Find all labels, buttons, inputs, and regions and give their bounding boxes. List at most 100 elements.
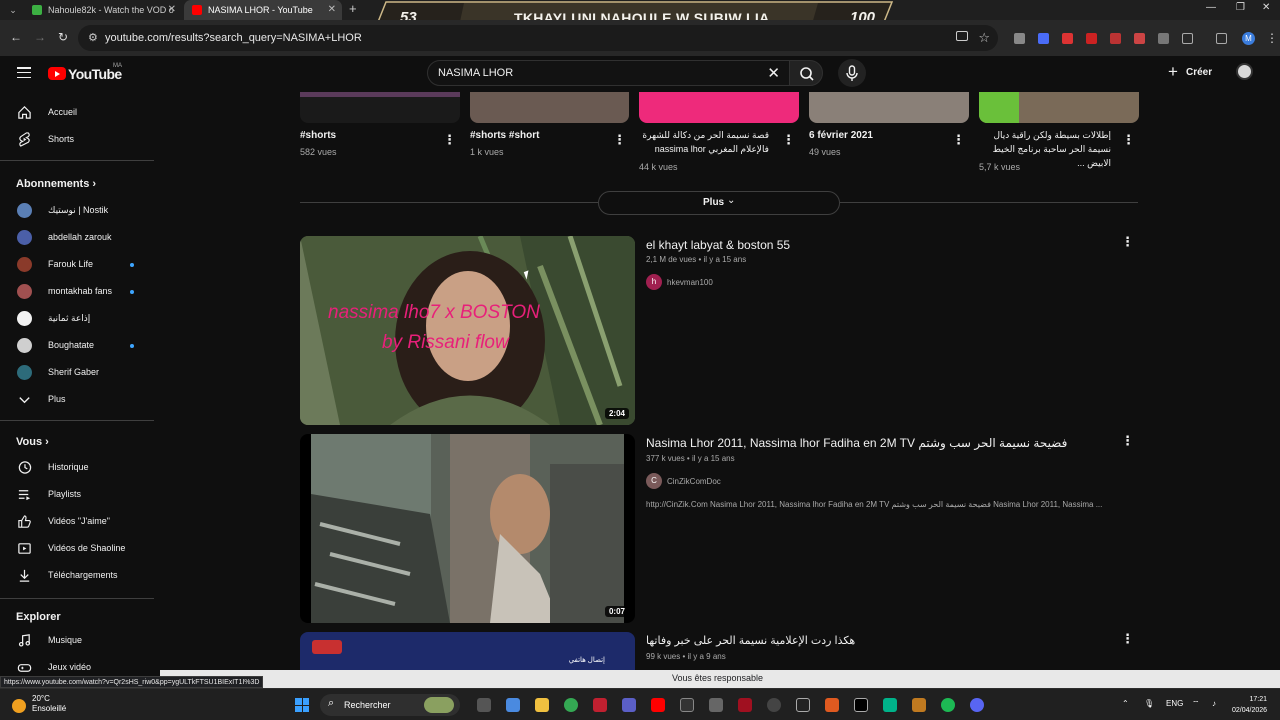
browser-profile-avatar[interactable]: M [1242, 32, 1255, 45]
subscription-item[interactable]: Sherif Gaber [0, 360, 154, 386]
close-window-icon[interactable]: ✕ [1262, 2, 1270, 13]
search-query-text[interactable]: NASIMA LHOR [438, 67, 513, 79]
show-more-shorts-button[interactable]: Plus ⌄ [598, 191, 840, 215]
short-thumbnail[interactable] [979, 92, 1139, 123]
sidebar-item-your-videos[interactable]: Vidéos de Shaoline [0, 536, 154, 562]
sun-icon[interactable] [12, 699, 26, 713]
create-button[interactable]: + Créer [1160, 60, 1222, 86]
restore-icon[interactable]: ❐ [1236, 2, 1245, 13]
subscription-item[interactable]: Farouk Life [0, 252, 154, 278]
short-thumbnail[interactable] [300, 92, 460, 123]
extension-icon[interactable] [1110, 33, 1121, 44]
windows-start-icon[interactable] [295, 698, 309, 712]
reload-icon[interactable]: ↻ [58, 30, 68, 44]
teams-icon[interactable] [622, 698, 636, 712]
more-options-icon[interactable] [443, 132, 456, 148]
app-icon[interactable] [767, 698, 781, 712]
more-options-icon[interactable] [1121, 433, 1134, 449]
channel-avatar[interactable]: C [646, 473, 662, 489]
app-icon[interactable] [796, 698, 810, 712]
short-thumbnail[interactable] [809, 92, 969, 123]
sidebar-item-music[interactable]: Musique [0, 628, 154, 654]
channel-avatar[interactable]: h [646, 274, 662, 290]
sidebar-item-shorts[interactable]: Shorts [0, 127, 154, 153]
you-heading[interactable]: Vous › [16, 436, 49, 448]
search-input[interactable]: NASIMA LHOR ✕ [427, 60, 790, 86]
app-icon[interactable] [709, 698, 723, 712]
short-thumbnail[interactable] [639, 92, 799, 123]
sidebar-item-liked-videos[interactable]: Vidéos "J'aime" [0, 509, 154, 535]
extension-icon[interactable] [1086, 33, 1097, 44]
short-title[interactable]: #shorts [300, 130, 336, 141]
sidebar-item-downloads[interactable]: Téléchargements [0, 563, 154, 589]
sidebar-item-home[interactable]: Accueil [0, 100, 154, 126]
subscription-item[interactable]: Boughatate [0, 333, 154, 359]
more-options-icon[interactable] [952, 132, 965, 148]
url-text[interactable]: youtube.com/results?search_query=NASIMA+… [105, 32, 362, 44]
subscriptions-heading[interactable]: Abonnements › [16, 178, 96, 190]
short-thumbnail[interactable] [470, 92, 629, 123]
back-icon[interactable]: ← [10, 30, 22, 44]
extension-icon[interactable] [1062, 33, 1073, 44]
video-thumbnail[interactable]: إتصال هاتفي [300, 632, 635, 670]
browser-tab-youtube[interactable]: NASIMA LHOR - YouTube ✕ [184, 0, 342, 20]
copilot-icon[interactable] [506, 698, 520, 712]
tab-search-icon[interactable]: ⌄ [4, 3, 22, 17]
video-thumbnail[interactable]: nassima lho7 x BOSTON by Rissani flow 2:… [300, 236, 635, 425]
account-avatar[interactable] [1236, 63, 1253, 80]
app-icon[interactable] [883, 698, 897, 712]
subscriptions-more[interactable]: Plus [0, 387, 154, 413]
sidebar-item-playlists[interactable]: Playlists [0, 482, 154, 508]
subscription-item[interactable]: montakhab fans [0, 279, 154, 305]
app-icon[interactable] [738, 698, 752, 712]
close-tab-icon[interactable]: ✕ [168, 0, 176, 20]
video-thumbnail[interactable]: 0:07 [300, 434, 635, 623]
weather-widget[interactable]: 20°C Ensoleillé [32, 694, 66, 714]
more-options-icon[interactable] [1121, 234, 1134, 250]
new-tab-icon[interactable]: + [349, 1, 357, 16]
short-title[interactable]: 6 février 2021 [809, 130, 873, 141]
acrobat-icon[interactable] [593, 698, 607, 712]
extensions-puzzle-icon[interactable] [1182, 33, 1193, 44]
brave-icon[interactable] [825, 698, 839, 712]
forward-icon[interactable]: → [34, 30, 46, 44]
extension-icon[interactable] [1014, 33, 1025, 44]
bookmark-star-icon[interactable]: ☆ [978, 30, 990, 46]
channel-name[interactable]: hkevman100 [667, 278, 713, 287]
extension-icon[interactable] [1158, 33, 1169, 44]
app-icon[interactable] [854, 698, 868, 712]
subscription-item[interactable]: إذاعة ثمانية [0, 306, 154, 332]
cast-icon[interactable] [956, 31, 968, 41]
close-tab-icon[interactable]: ✕ [328, 0, 336, 20]
extension-icon[interactable] [1134, 33, 1145, 44]
more-options-icon[interactable] [1121, 631, 1134, 647]
video-title[interactable]: Nasima Lhor 2011, Nassima lhor Fadiha en… [646, 436, 1067, 450]
address-bar[interactable]: ⚙ youtube.com/results?search_query=NASIM… [78, 25, 998, 51]
short-title[interactable]: قصة نسيمة الحر من دكالة للشهرة فالإعلام … [639, 128, 769, 156]
browser-menu-icon[interactable]: ⋮ [1266, 31, 1278, 45]
guide-menu-icon[interactable] [17, 67, 31, 79]
taskbar-search[interactable]: ⌕ Rechercher [320, 694, 460, 716]
browser-tab-twitch[interactable]: Nahoule82k - Watch the VOD o ✕ [24, 0, 182, 20]
spotify-icon[interactable] [941, 698, 955, 712]
channel-name[interactable]: CinZikComDoc [667, 477, 721, 486]
video-title[interactable]: el khayt labyat & boston 55 [646, 238, 790, 252]
microphone-tray-icon[interactable]: 🎙 [1144, 699, 1154, 708]
site-info-icon[interactable]: ⚙ [88, 31, 98, 44]
more-options-icon[interactable] [613, 132, 626, 148]
taskbar-clock[interactable]: 17:21 02/04/2026 [1232, 694, 1267, 716]
more-options-icon[interactable] [1122, 132, 1135, 148]
file-explorer-icon[interactable] [535, 698, 549, 712]
subscription-item[interactable]: abdellah zarouk [0, 225, 154, 251]
discord-icon[interactable] [970, 698, 984, 712]
extension-icon[interactable] [1038, 33, 1049, 44]
subscription-item[interactable]: نوستيك | Nostik [0, 198, 154, 224]
language-indicator[interactable]: ENG [1166, 699, 1183, 708]
chrome-icon[interactable] [564, 698, 578, 712]
minimize-icon[interactable]: — [1206, 2, 1216, 13]
voice-search-button[interactable] [838, 59, 866, 87]
clear-search-icon[interactable]: ✕ [767, 64, 780, 82]
volume-icon[interactable]: ♪ [1212, 699, 1216, 708]
youtube-app-icon[interactable] [651, 698, 665, 712]
search-button[interactable] [789, 60, 823, 86]
